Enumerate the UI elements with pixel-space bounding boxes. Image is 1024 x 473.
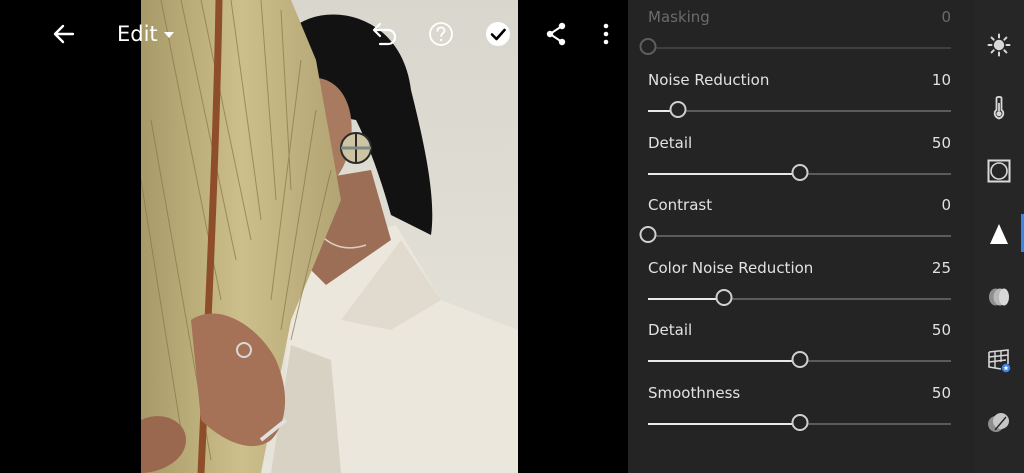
slider-handle[interactable]	[791, 164, 808, 181]
slider-label: Contrast	[648, 196, 713, 214]
optics-icon	[989, 288, 1009, 306]
slider-noise-reduction[interactable]: Noise Reduction 10	[648, 71, 951, 121]
color-temperature-icon	[993, 96, 1005, 120]
slider-value: 0	[941, 8, 951, 26]
slider-handle[interactable]	[669, 101, 687, 118]
tool-effects[interactable]	[985, 157, 1013, 185]
slider-value: 50	[931, 321, 951, 339]
slider-label: Noise Reduction	[648, 71, 770, 89]
edit-tools-rail	[975, 0, 1024, 473]
slider-fill	[648, 173, 800, 175]
slider-handle[interactable]	[715, 289, 733, 306]
help-button[interactable]	[428, 21, 454, 47]
slider-fill	[648, 298, 724, 300]
tool-presets[interactable]	[985, 409, 1013, 437]
detail-adjustments-panel: Masking 0 Noise Reduction 10 Detail 50 C…	[628, 0, 975, 473]
more-vertical-icon	[603, 23, 609, 45]
slider-track[interactable]	[648, 47, 951, 49]
slider-contrast[interactable]: Contrast 0	[639, 196, 951, 246]
slider-label: Color Noise Reduction	[648, 259, 814, 277]
question-circle-icon	[429, 22, 453, 46]
tool-color[interactable]	[985, 94, 1013, 122]
back-button[interactable]	[50, 20, 78, 48]
slider-fill	[648, 423, 800, 425]
slider-value: 50	[931, 384, 951, 402]
slider-label: Detail	[648, 321, 693, 339]
apply-button[interactable]	[485, 21, 511, 47]
slider-handle[interactable]	[639, 226, 657, 243]
slider-track[interactable]	[648, 235, 951, 237]
slider-color-detail[interactable]: Detail 50	[648, 321, 951, 371]
slider-label: Detail	[648, 134, 693, 152]
geometry-icon	[988, 349, 1011, 373]
share-icon	[546, 22, 566, 46]
slider-masking[interactable]: Masking 0	[639, 8, 951, 58]
tool-light[interactable]	[985, 31, 1013, 59]
slider-label: Smoothness	[648, 384, 741, 402]
light-icon	[987, 33, 1011, 57]
presets-icon	[988, 413, 1009, 432]
slider-color-noise-reduction[interactable]: Color Noise Reduction 25	[648, 259, 951, 309]
slider-value: 25	[931, 259, 951, 277]
tool-detail[interactable]	[985, 220, 1013, 248]
share-button[interactable]	[544, 21, 568, 47]
slider-handle[interactable]	[791, 351, 808, 368]
edit-mode-dropdown[interactable]: Edit	[117, 20, 174, 48]
more-options-button[interactable]	[596, 21, 616, 47]
undo-icon	[372, 22, 397, 46]
slider-value: 50	[931, 134, 951, 152]
slider-fill	[648, 360, 800, 362]
photo-canvas[interactable]: Edit	[0, 0, 628, 473]
slider-track[interactable]	[648, 110, 951, 112]
edit-mode-label: Edit	[117, 22, 158, 46]
tool-optics[interactable]	[985, 283, 1013, 311]
tool-geometry[interactable]	[985, 346, 1013, 374]
slider-value: 0	[941, 196, 951, 214]
effects-icon	[987, 159, 1011, 183]
slider-luminance-detail[interactable]: Detail 50	[648, 134, 951, 184]
photo-preview	[141, 0, 518, 473]
detail-icon	[990, 224, 1008, 244]
slider-label: Masking	[648, 8, 710, 26]
caret-down-icon	[163, 32, 174, 38]
slider-handle[interactable]	[639, 38, 657, 55]
arrow-left-icon	[53, 24, 75, 44]
undo-button[interactable]	[368, 20, 398, 48]
slider-smoothness[interactable]: Smoothness 50	[648, 384, 951, 434]
check-circle-icon	[486, 22, 510, 46]
slider-value: 10	[931, 71, 951, 89]
slider-handle[interactable]	[791, 414, 808, 431]
